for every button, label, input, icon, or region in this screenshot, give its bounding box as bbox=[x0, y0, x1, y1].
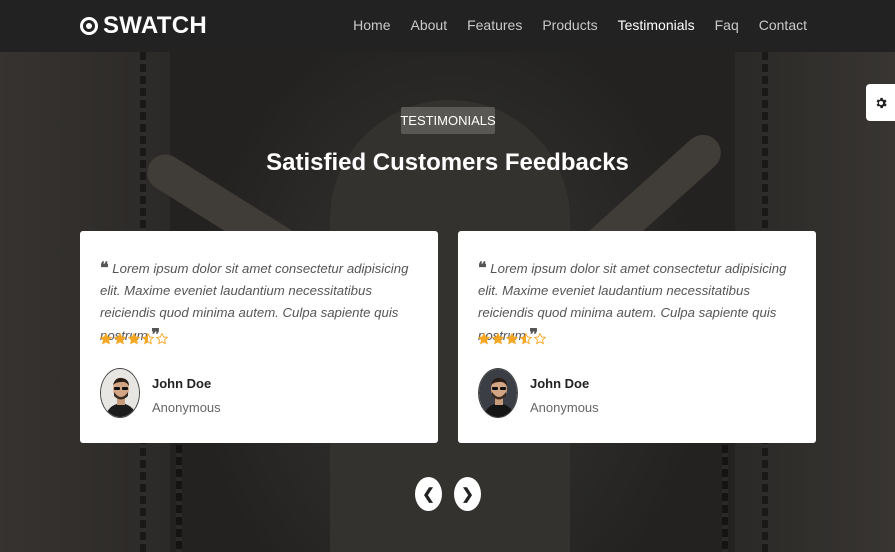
section-badge: TESTIMONIALS bbox=[400, 107, 496, 134]
star-full-icon bbox=[100, 333, 112, 345]
star-full-icon bbox=[114, 333, 126, 345]
star-empty-icon bbox=[534, 333, 546, 345]
brand-name: SWATCH bbox=[103, 12, 208, 39]
nav-item-products[interactable]: Products bbox=[542, 17, 597, 33]
section-title: Satisfied Customers Feedbacks bbox=[266, 149, 629, 176]
avatar bbox=[100, 368, 140, 418]
testimonial-card: ❝ Lorem ipsum dolor sit amet consectetur… bbox=[80, 231, 438, 443]
star-half-icon bbox=[142, 333, 154, 345]
star-full-icon bbox=[128, 333, 140, 345]
nav-item-features[interactable]: Features bbox=[467, 17, 522, 33]
testimonial-text: Lorem ipsum dolor sit amet consectetur a… bbox=[478, 261, 787, 343]
brand-logo[interactable]: SWATCH bbox=[80, 12, 207, 40]
nav-item-testimonials[interactable]: Testimonials bbox=[618, 17, 695, 33]
testimonial-text: Lorem ipsum dolor sit amet consectetur a… bbox=[100, 261, 409, 343]
star-full-icon bbox=[506, 333, 518, 345]
gear-icon bbox=[876, 97, 887, 108]
star-full-icon bbox=[478, 333, 490, 345]
settings-button[interactable] bbox=[866, 84, 895, 121]
open-quote-icon: ❝ bbox=[478, 258, 487, 277]
nav-item-contact[interactable]: Contact bbox=[759, 17, 807, 33]
customer-name: John Doe bbox=[530, 376, 590, 391]
open-quote-icon: ❝ bbox=[100, 258, 109, 277]
nav-item-faq[interactable]: Faq bbox=[715, 17, 739, 33]
star-rating bbox=[478, 333, 546, 345]
target-icon bbox=[80, 17, 98, 35]
navbar: SWATCH Home About Features Products Test… bbox=[0, 0, 895, 52]
customer-role: Anonymous bbox=[530, 400, 599, 415]
star-half-icon bbox=[520, 333, 532, 345]
nav-item-home[interactable]: Home bbox=[353, 17, 390, 33]
carousel-prev-button[interactable]: ❮ bbox=[415, 477, 442, 511]
nav-item-about[interactable]: About bbox=[411, 17, 448, 33]
main-nav: Home About Features Products Testimonial… bbox=[353, 17, 807, 33]
avatar bbox=[478, 368, 518, 418]
customer-role: Anonymous bbox=[152, 400, 221, 415]
customer-name: John Doe bbox=[152, 376, 212, 391]
star-full-icon bbox=[492, 333, 504, 345]
carousel-next-button[interactable]: ❯ bbox=[454, 477, 481, 511]
testimonial-card: ❝ Lorem ipsum dolor sit amet consectetur… bbox=[458, 231, 816, 443]
star-rating bbox=[100, 333, 168, 345]
star-empty-icon bbox=[156, 333, 168, 345]
